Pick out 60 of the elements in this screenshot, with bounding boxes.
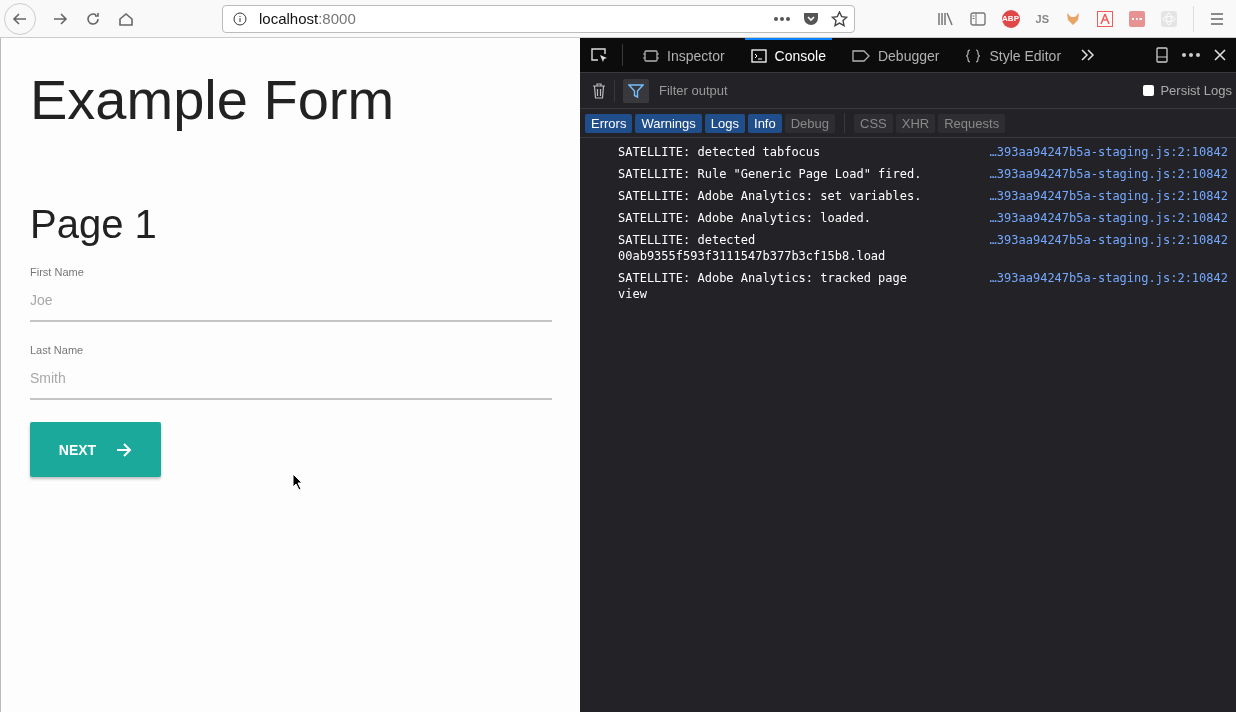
devtools-tab[interactable]: Debugger (845, 38, 946, 72)
js-extension[interactable]: JS (1035, 12, 1049, 25)
funnel-icon (628, 82, 644, 99)
arrow-right-icon (116, 442, 133, 457)
dock-icon[interactable] (1156, 47, 1168, 63)
filter-toggle[interactable]: CSS (854, 113, 893, 133)
frame-icon (643, 49, 659, 63)
field-label: First Name (30, 266, 85, 278)
dots-extension-icon[interactable] (1129, 10, 1145, 27)
source-link[interactable]: …393aa94247b5a-staging.js:2:10842 (989, 188, 1228, 204)
terminal-icon (750, 49, 767, 63)
filter-toggle[interactable]: Info (748, 113, 782, 133)
field-label: Last Name (30, 344, 85, 356)
menu-icon[interactable] (1210, 12, 1224, 25)
devtools-tab[interactable]: Inspector (637, 38, 731, 72)
checkbox-label: Persist Logs (1160, 83, 1232, 98)
devtools-tab[interactable]: Style Editor (959, 38, 1068, 72)
log-message: SATELLITE: Adobe Analytics: set variables. (618, 188, 923, 204)
input-field[interactable]: Smith (30, 366, 552, 400)
log-message: SATELLITE: Rule "Generic Page Load" fired. (618, 166, 923, 182)
filter-toggle[interactable]: Logs (704, 113, 746, 133)
source-link[interactable]: …393aa94247b5a-staging.js:2:10842 (989, 232, 1228, 248)
sidebar-icon[interactable] (969, 11, 986, 26)
checkbox[interactable] (1143, 85, 1155, 96)
filter-toggle[interactable]: Errors (585, 113, 633, 133)
page-subtitle: Page 1 (30, 201, 158, 248)
filter-toggle[interactable]: Requests (938, 113, 1006, 133)
braces-icon (965, 49, 982, 63)
log-message: SATELLITE: Adobe Analytics: tracked page view (618, 270, 908, 302)
address-bar[interactable]: localhost:8000 (222, 4, 855, 33)
source-link[interactable]: …393aa94247b5a-staging.js:2:10842 (989, 210, 1228, 226)
source-link[interactable]: …393aa94247b5a-staging.js:2:10842 (989, 166, 1228, 182)
element-picker-icon[interactable] (590, 47, 608, 63)
tag-icon (851, 50, 870, 62)
log-message: SATELLITE: detected 00ab9355f593f3111547b377b3cf15b8.load (618, 232, 887, 264)
adblock-extension[interactable]: ABP (1001, 9, 1020, 28)
filter-button[interactable] (623, 78, 649, 103)
trash-icon[interactable] (592, 82, 606, 99)
filter-toggle[interactable]: XHR (895, 113, 936, 133)
chevrons-icon[interactable] (1081, 49, 1096, 61)
library-icon[interactable] (936, 11, 954, 26)
star-icon[interactable] (831, 10, 848, 27)
filter-input[interactable]: Filter output (657, 82, 1136, 99)
more-icon[interactable] (1182, 53, 1200, 57)
devtools-tab[interactable]: Console (744, 38, 832, 72)
more-icon[interactable] (773, 15, 791, 22)
mouse-pointer-icon (292, 473, 303, 490)
url-text: localhost:8000 (259, 10, 356, 27)
source-link[interactable]: …393aa94247b5a-staging.js:2:10842 (989, 144, 1228, 160)
letter-a-icon[interactable] (1097, 10, 1113, 27)
close-icon[interactable] (1214, 49, 1226, 61)
source-link[interactable]: …393aa94247b5a-staging.js:2:10842 (989, 270, 1228, 286)
log-message: SATELLITE: detected tabfocus (618, 144, 822, 160)
page-title: Example Form (30, 68, 396, 132)
log-message: SATELLITE: Adobe Analytics: loaded. (618, 210, 872, 226)
pocket-icon[interactable] (803, 11, 819, 26)
filter-toggle[interactable]: Warnings (635, 113, 702, 133)
input-field[interactable]: Joe (30, 288, 552, 322)
info-icon (233, 11, 247, 26)
filter-toggle[interactable]: Debug (784, 113, 836, 133)
